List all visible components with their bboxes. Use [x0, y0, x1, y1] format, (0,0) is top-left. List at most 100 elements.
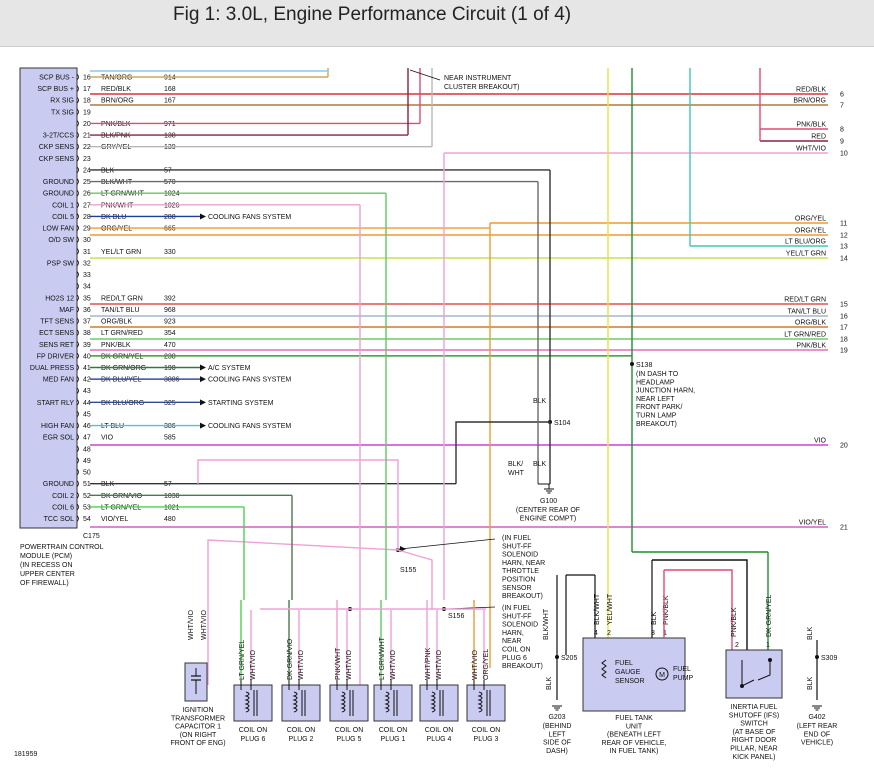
pcm-pin-circuit: 168: [164, 86, 176, 93]
leader: [409, 69, 441, 81]
pcm-pin-name: COIL 5: [52, 214, 74, 221]
pcm-pin-circuit: 470: [164, 342, 176, 349]
right-wire-number: 8: [840, 127, 844, 134]
ifs-label: SWITCH: [740, 721, 768, 728]
ifs-label: (AT BASE OF: [733, 729, 776, 736]
splice-desc: TURN LAMP: [636, 413, 677, 420]
right-wire-label: BRN/ORG: [793, 98, 826, 105]
pcm-pin-name: O/D SW: [48, 237, 74, 244]
splice-desc: NEAR LEFT: [636, 396, 675, 403]
ground-desc: (LEFT REAR: [797, 723, 838, 730]
pcm-pin-circuit: 57: [164, 167, 172, 174]
pcm-pin-number: 18: [83, 98, 91, 105]
pcm-pin-wire: ORG/BLK: [101, 319, 132, 326]
right-wire-label: ORG/YEL: [795, 228, 826, 235]
ifs-switch: [725, 649, 783, 699]
pcm-pin-name: FP DRIVER: [37, 353, 74, 360]
right-wire-number: 18: [840, 337, 848, 344]
fuel-tank-label: FUEL TANK: [615, 715, 653, 722]
pcm-pin-number: 30: [83, 237, 91, 244]
pcm-pin-wire: LT GRN/WHT: [101, 191, 145, 198]
pcm-pin-number: 52: [83, 493, 91, 500]
fuel-wire-label: BLK/WHT: [594, 593, 601, 625]
pcm-pin-name: MAF: [59, 307, 74, 314]
pcm-pin-number: 39: [83, 342, 91, 349]
splice-desc: JUNCTION HARN,: [636, 388, 695, 395]
pcm-pin-wire: LT GRN/YEL: [101, 504, 141, 511]
pump-motor-letter: M: [659, 672, 665, 679]
pcm-pin-number: 32: [83, 260, 91, 267]
pcm-pin-number: 51: [83, 481, 91, 488]
pcm-pin-number: 45: [83, 411, 91, 418]
pcm-pin-number: 17: [83, 86, 91, 93]
coil-label: COIL ON: [379, 727, 408, 734]
wire-label: BLK: [807, 676, 814, 690]
arrowhead: [200, 376, 206, 383]
coil-on-plug-1: [233, 684, 273, 722]
pcm-pin-number: 46: [83, 423, 91, 430]
fuel-wire-label: YEL/WHT: [607, 593, 614, 625]
ifs-terminal: [768, 658, 772, 662]
right-wire-label: RED/BLK: [796, 87, 826, 94]
wiring-diagram: SCP BUS -16 TAN/ORG 914SCP BUS +17 RED/BLK 1…: [14, 67, 848, 761]
coil-label: COIL ON: [472, 727, 501, 734]
coil-label: COIL ON: [425, 727, 454, 734]
arrow-label: COOLING FANS SYSTEM: [208, 423, 291, 430]
ground-desc: VEHICLE): [801, 740, 833, 747]
ifs-pin: 1: [766, 642, 770, 649]
capacitor-label: IGNITION: [182, 707, 213, 714]
pcm-pin-wire: VIO/YEL: [101, 516, 128, 523]
pcm-pin-wire: BRN/ORG: [101, 98, 134, 105]
pcm-pin-number: 35: [83, 295, 91, 302]
pcm-pin-name: TFT SENS: [40, 319, 74, 326]
pcm-pin-name: DUAL PRESS: [30, 365, 74, 372]
splice-desc: PLUG 6: [502, 655, 527, 662]
pcm-pin-circuit: 288: [164, 214, 176, 221]
splice-desc: (IN FUEL: [502, 605, 531, 612]
fuel-text: FUEL: [673, 666, 691, 673]
coil-on-plug-4: [373, 684, 413, 722]
splice-desc: POSITION: [502, 577, 535, 584]
pcm-label: MODULE (PCM): [20, 553, 72, 560]
figure-id: 181959: [14, 751, 37, 758]
note-text: NEAR INSTRUMENT: [444, 75, 512, 82]
coil-wire-label: PNK/WHT: [335, 647, 342, 680]
wire-blk-to-s104: [455, 421, 550, 484]
coil-label: COIL ON: [335, 727, 364, 734]
pcm-pin-wire: LT BLU: [101, 423, 124, 430]
pcm-pin-wire: YEL/LT GRN: [101, 249, 141, 256]
pcm-label: UPPER CENTER: [20, 571, 75, 578]
fuel-text: FUEL: [615, 660, 633, 667]
wire-label: BLK: [533, 398, 547, 405]
pcm-pin-number: 19: [83, 109, 91, 116]
pcm-pin-wire: BLK/PNK: [101, 133, 131, 140]
pcm-pin-name: CKP SENS: [39, 156, 75, 163]
pcm-pin-wire: DK BLU: [101, 214, 126, 221]
ground-desc: SIDE OF: [543, 740, 571, 747]
pcm-pin-number: 27: [83, 202, 91, 209]
wire-label: WHT: [508, 470, 525, 477]
coil-on-plug-3: [329, 684, 369, 722]
arrowhead: [200, 213, 206, 220]
ifs-wire-label: PNK/BLK: [731, 607, 738, 637]
fuel-tank-label: REAR OF VEHICLE,: [602, 740, 667, 747]
pcm-pin-circuit: 480: [164, 516, 176, 523]
pcm-pin-name: HO2S 12: [45, 295, 74, 302]
right-wire-number: 16: [840, 314, 848, 321]
pcm-pin-number: 29: [83, 226, 91, 233]
splice-desc: THROTTLE: [502, 568, 539, 575]
pcm-pin-name: HIGH FAN: [41, 423, 74, 430]
ground-label: G100: [540, 498, 557, 505]
pcm-label: POWERTRAIN CONTROL: [20, 544, 104, 551]
splice-desc: HEADLAMP: [636, 379, 675, 386]
coil-label: PLUG 5: [337, 736, 362, 743]
pcm-pin-name: COIL 1: [52, 202, 74, 209]
arrowhead: [200, 364, 206, 371]
right-wire-number: 14: [840, 256, 848, 263]
coil-label: PLUG 4: [427, 736, 452, 743]
pcm-pin-circuit: 968: [164, 307, 176, 314]
pcm-pin-number: 41: [83, 365, 91, 372]
splice-desc: (IN DASH TO: [636, 371, 679, 378]
cap-wire-label: WHT/VIO: [188, 610, 195, 640]
wire-wht-vio-dist: [197, 459, 399, 550]
